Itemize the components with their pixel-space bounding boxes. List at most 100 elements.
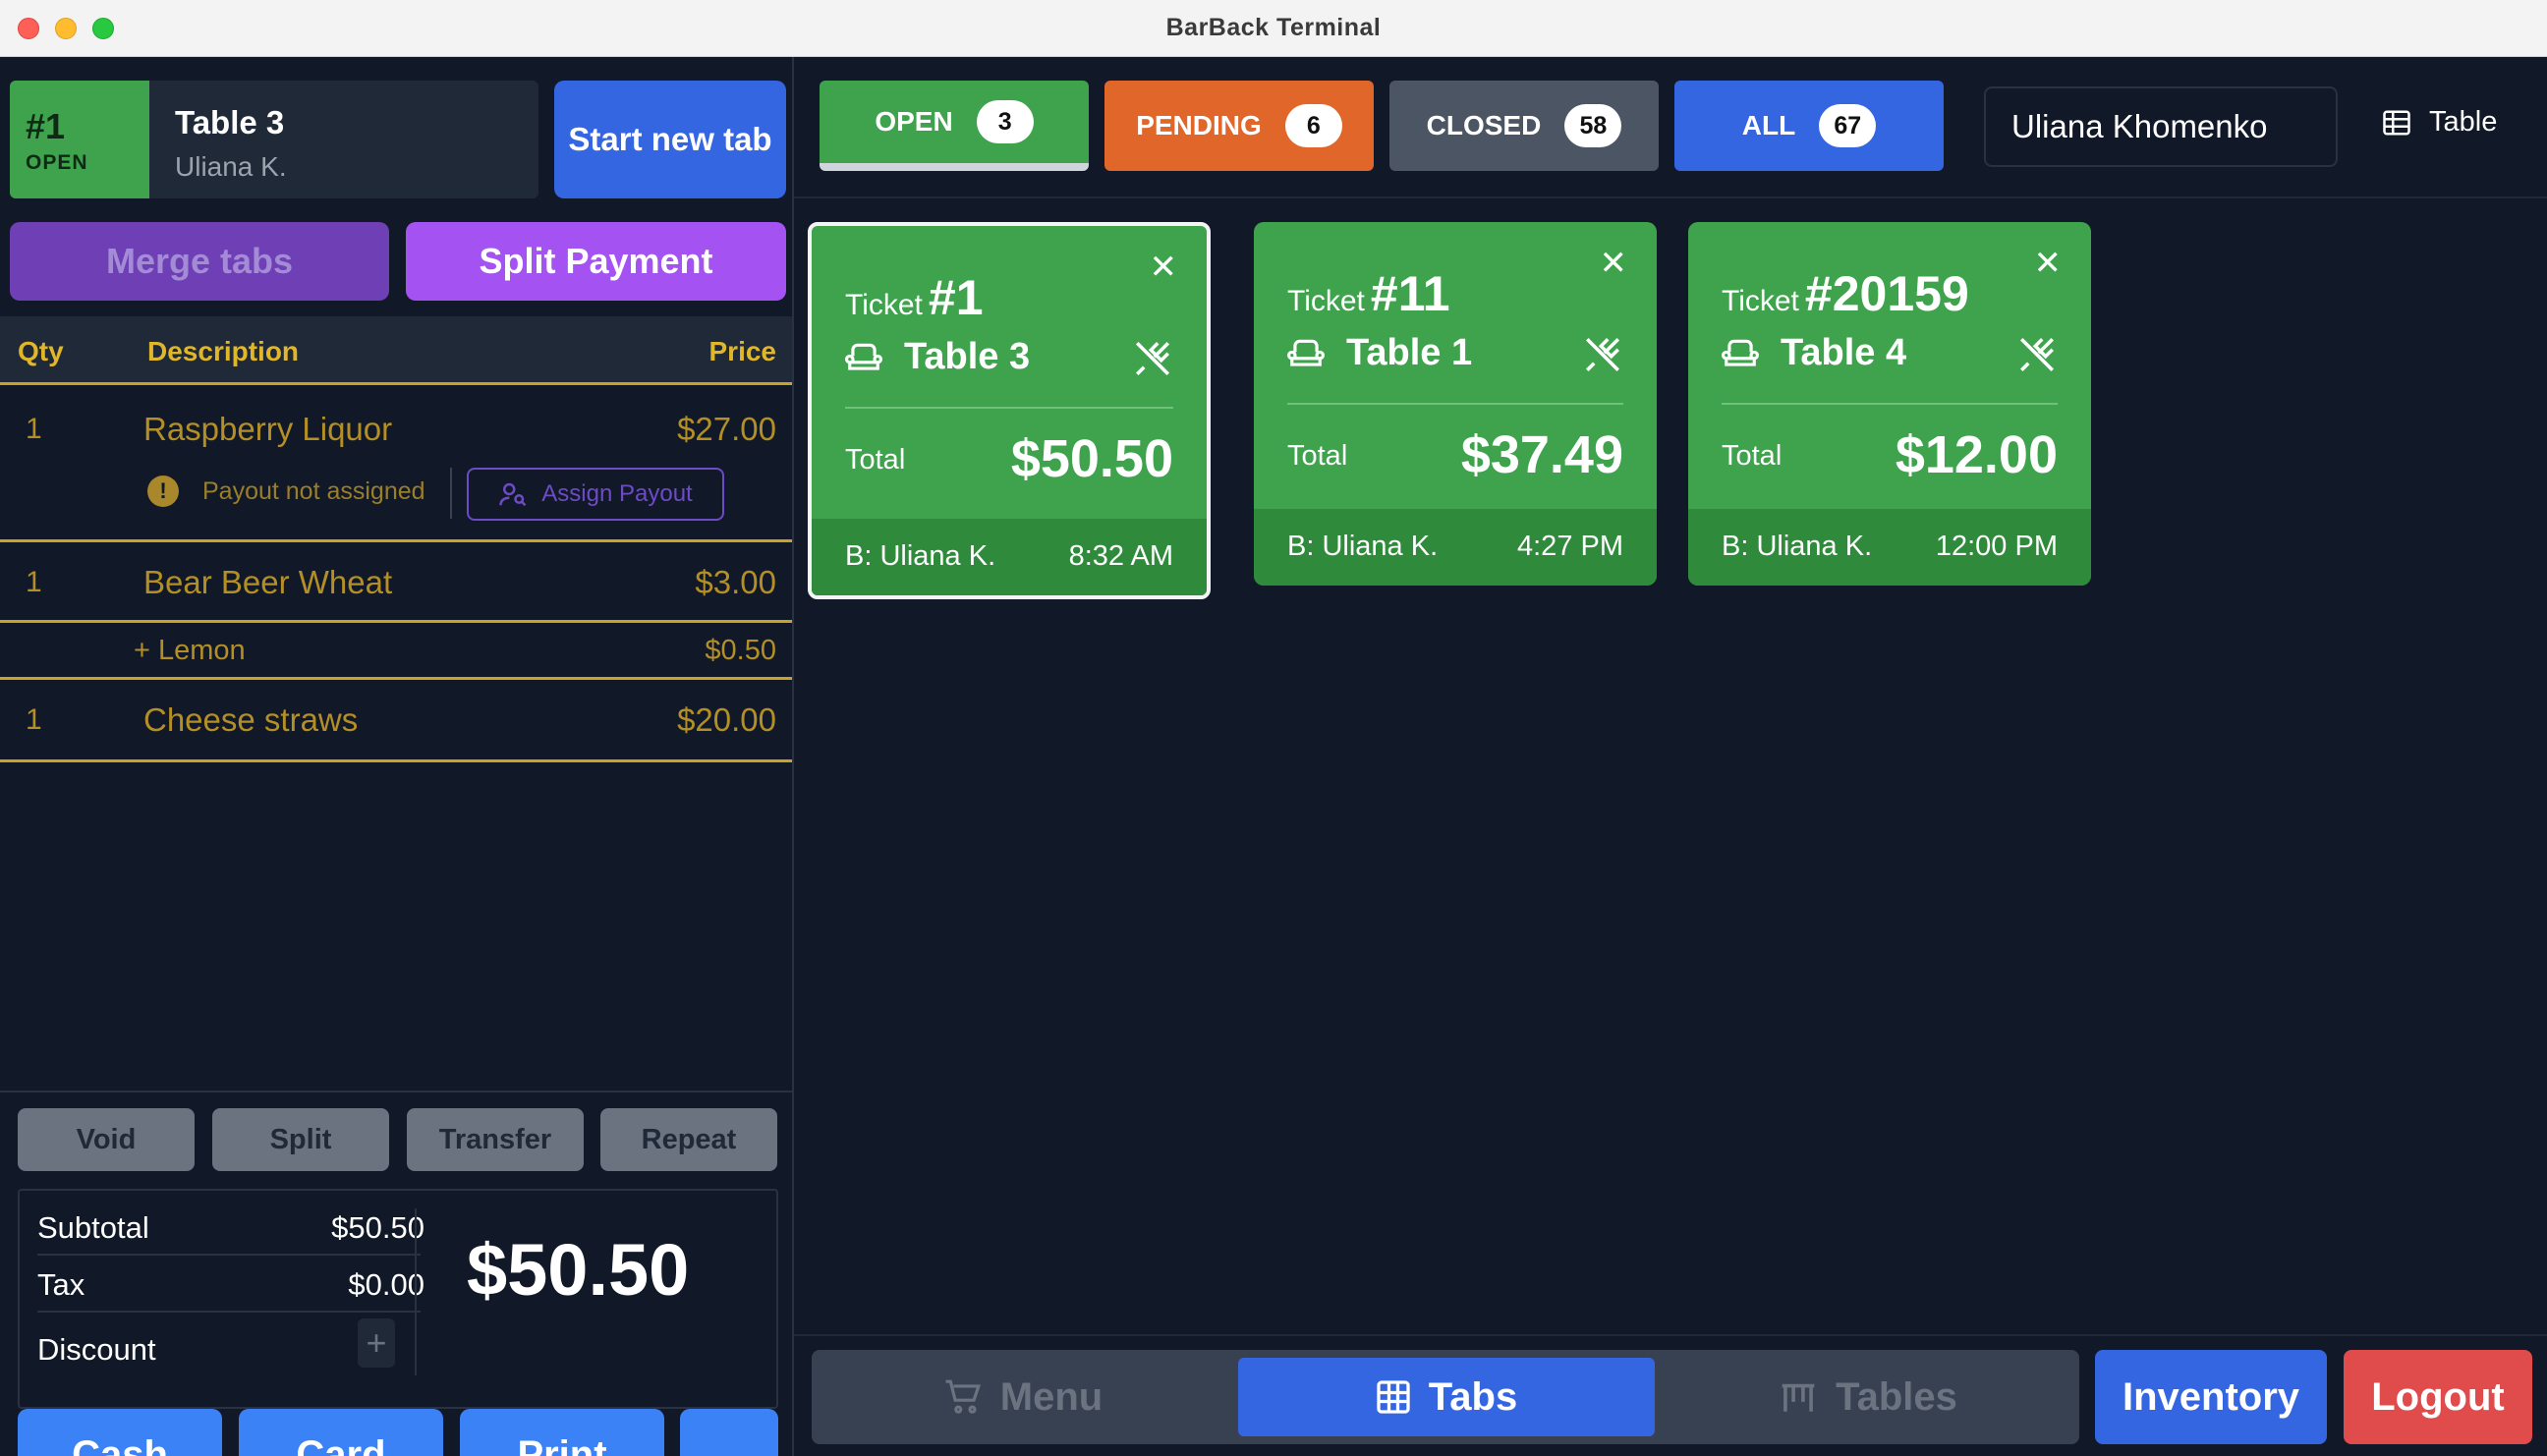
- order-panel: #1 OPEN Table 3 Uliana K. Start new tab …: [0, 57, 794, 1456]
- divider: [1722, 403, 2058, 405]
- price-column-header: Price: [708, 336, 777, 366]
- divider: [37, 1311, 421, 1313]
- nav-tabs-label: Tabs: [1428, 1374, 1518, 1419]
- logout-button[interactable]: Logout: [2344, 1350, 2532, 1444]
- table-furniture-icon: [1782, 1383, 1815, 1412]
- utensils-crossed-icon: [1136, 342, 1169, 375]
- divider: [450, 468, 452, 519]
- ticket-bartender: B: Uliana K.: [1287, 531, 1439, 562]
- print-button[interactable]: Print: [460, 1409, 664, 1456]
- divider: [794, 1334, 2547, 1336]
- divider: [845, 407, 1173, 409]
- ticket-prefix: Ticket: [845, 289, 923, 321]
- inventory-button[interactable]: Inventory: [2095, 1350, 2327, 1444]
- subtotal-label: Subtotal: [37, 1210, 149, 1245]
- tax-label: Tax: [37, 1267, 85, 1302]
- item-description: Cheese straws: [143, 701, 359, 738]
- ticket-total-label: Total: [1287, 440, 1348, 472]
- card-button[interactable]: Card: [239, 1409, 443, 1456]
- ticket-title: Ticket #11: [1287, 265, 1450, 322]
- ticket-table: Table 1: [1287, 332, 1472, 374]
- nav-tables-button[interactable]: Tables: [1657, 1358, 2079, 1436]
- merge-tabs-button[interactable]: Merge tabs: [10, 222, 389, 301]
- utensils-crossed-icon: [2020, 338, 2054, 371]
- modifier-price: $0.50: [705, 635, 776, 666]
- ticket-card[interactable]: Ticket #11 ✕ Table 1 Total $37.49 B: Ulia…: [1254, 222, 1657, 586]
- tab-user: Uliana K.: [175, 151, 287, 182]
- split-payment-button[interactable]: Split Payment: [406, 222, 786, 301]
- item-qty: 1: [26, 703, 42, 736]
- table-view-label: Table: [2429, 106, 2498, 138]
- ticket-title: Ticket #20159: [1722, 265, 1969, 322]
- table-view-toggle[interactable]: Table: [2382, 106, 2497, 139]
- filter-open-tab[interactable]: OPEN 3: [820, 81, 1089, 171]
- table-grid-icon: [2383, 110, 2410, 135]
- tax-value: $0.00: [348, 1267, 424, 1302]
- filter-label: ALL: [1741, 110, 1796, 140]
- ticket-total: $50.50: [1010, 429, 1173, 488]
- window-title: BarBack Terminal: [1165, 14, 1382, 41]
- item-price: $20.00: [677, 701, 776, 738]
- void-button[interactable]: Void: [18, 1108, 195, 1171]
- ticket-table: Table 3: [845, 336, 1030, 378]
- close-window-button[interactable]: [18, 18, 39, 39]
- start-new-tab-button[interactable]: Start new tab: [554, 81, 786, 198]
- cash-button[interactable]: Cash: [18, 1409, 222, 1456]
- ticket-total: $12.00: [1895, 425, 2058, 484]
- more-options-button[interactable]: ...: [680, 1409, 778, 1456]
- minimize-window-button[interactable]: [55, 18, 77, 39]
- order-item-row[interactable]: 1 Cheese straws $20.00: [0, 680, 792, 762]
- zoom-window-button[interactable]: [92, 18, 114, 39]
- totals-panel: Subtotal $50.50 Tax $0.00 Discount + $50…: [18, 1189, 778, 1409]
- assign-payout-label: Assign Payout: [541, 480, 693, 507]
- payout-warning-text: Payout not assigned: [202, 476, 425, 505]
- main-navigation: Menu Tabs Tables: [812, 1350, 2079, 1444]
- divider: [794, 196, 2547, 198]
- filter-closed-tab[interactable]: CLOSED 58: [1389, 81, 1659, 171]
- close-icon[interactable]: ✕: [2034, 244, 2063, 283]
- transfer-button[interactable]: Transfer: [407, 1108, 584, 1171]
- item-modifier-row[interactable]: + Lemon $0.50: [0, 623, 792, 680]
- tab-number: #1: [26, 106, 66, 146]
- tab-status: OPEN: [26, 151, 88, 174]
- filter-label: CLOSED: [1426, 110, 1542, 140]
- subtotal-value: $50.50: [331, 1210, 424, 1245]
- filter-label: PENDING: [1136, 110, 1262, 140]
- warning-icon: !: [147, 476, 179, 507]
- ticket-total-label: Total: [845, 444, 906, 476]
- ticket-footer: B: Uliana K. 8:32 AM: [812, 519, 1207, 595]
- ticket-title: Ticket #1: [845, 269, 984, 326]
- qty-column-header: Qty: [18, 336, 64, 366]
- close-icon[interactable]: ✕: [1600, 244, 1628, 283]
- filter-all-tab[interactable]: ALL 67: [1674, 81, 1944, 171]
- ticket-table-name: Table 1: [1346, 332, 1473, 373]
- ticket-number: #20159: [1804, 266, 1969, 321]
- filter-label: OPEN: [875, 106, 953, 137]
- shopping-cart-icon: [945, 1379, 981, 1414]
- user-filter-field[interactable]: Uliana Khomenko: [1984, 86, 2338, 167]
- close-icon[interactable]: ✕: [1150, 248, 1178, 287]
- item-qty: 1: [26, 413, 42, 445]
- ticket-number: #11: [1370, 266, 1450, 321]
- current-tab-header[interactable]: #1 OPEN Table 3 Uliana K.: [10, 81, 538, 198]
- ticket-card[interactable]: Ticket #20159 ✕ Table 4 Total $12.00 B: U…: [1688, 222, 2091, 586]
- item-price: $27.00: [677, 411, 776, 447]
- filter-pending-tab[interactable]: PENDING 6: [1104, 81, 1374, 171]
- nav-menu-label: Menu: [999, 1374, 1104, 1419]
- ticket-table: Table 4: [1722, 332, 1906, 374]
- ticket-footer: B: Uliana K. 4:27 PM: [1254, 509, 1657, 586]
- nav-menu-button[interactable]: Menu: [812, 1358, 1234, 1436]
- utensils-crossed-icon: [1586, 338, 1619, 371]
- ticket-total: $37.49: [1460, 425, 1623, 484]
- nav-tabs-button[interactable]: Tabs: [1238, 1358, 1655, 1436]
- window-controls: [18, 18, 114, 39]
- split-button[interactable]: Split: [212, 1108, 389, 1171]
- ticket-time: 4:27 PM: [1517, 531, 1623, 562]
- grand-total: $50.50: [467, 1229, 690, 1311]
- order-item-row[interactable]: 1 Bear Beer Wheat $3.00: [0, 542, 792, 623]
- count-badge: 6: [1284, 104, 1342, 147]
- repeat-button[interactable]: Repeat: [600, 1108, 777, 1171]
- assign-payout-button[interactable]: Assign Payout: [467, 468, 724, 521]
- ticket-card[interactable]: Ticket #1 ✕ Table 3 Total $50.50 B: Ulian…: [808, 222, 1211, 599]
- add-discount-button[interactable]: +: [358, 1318, 395, 1368]
